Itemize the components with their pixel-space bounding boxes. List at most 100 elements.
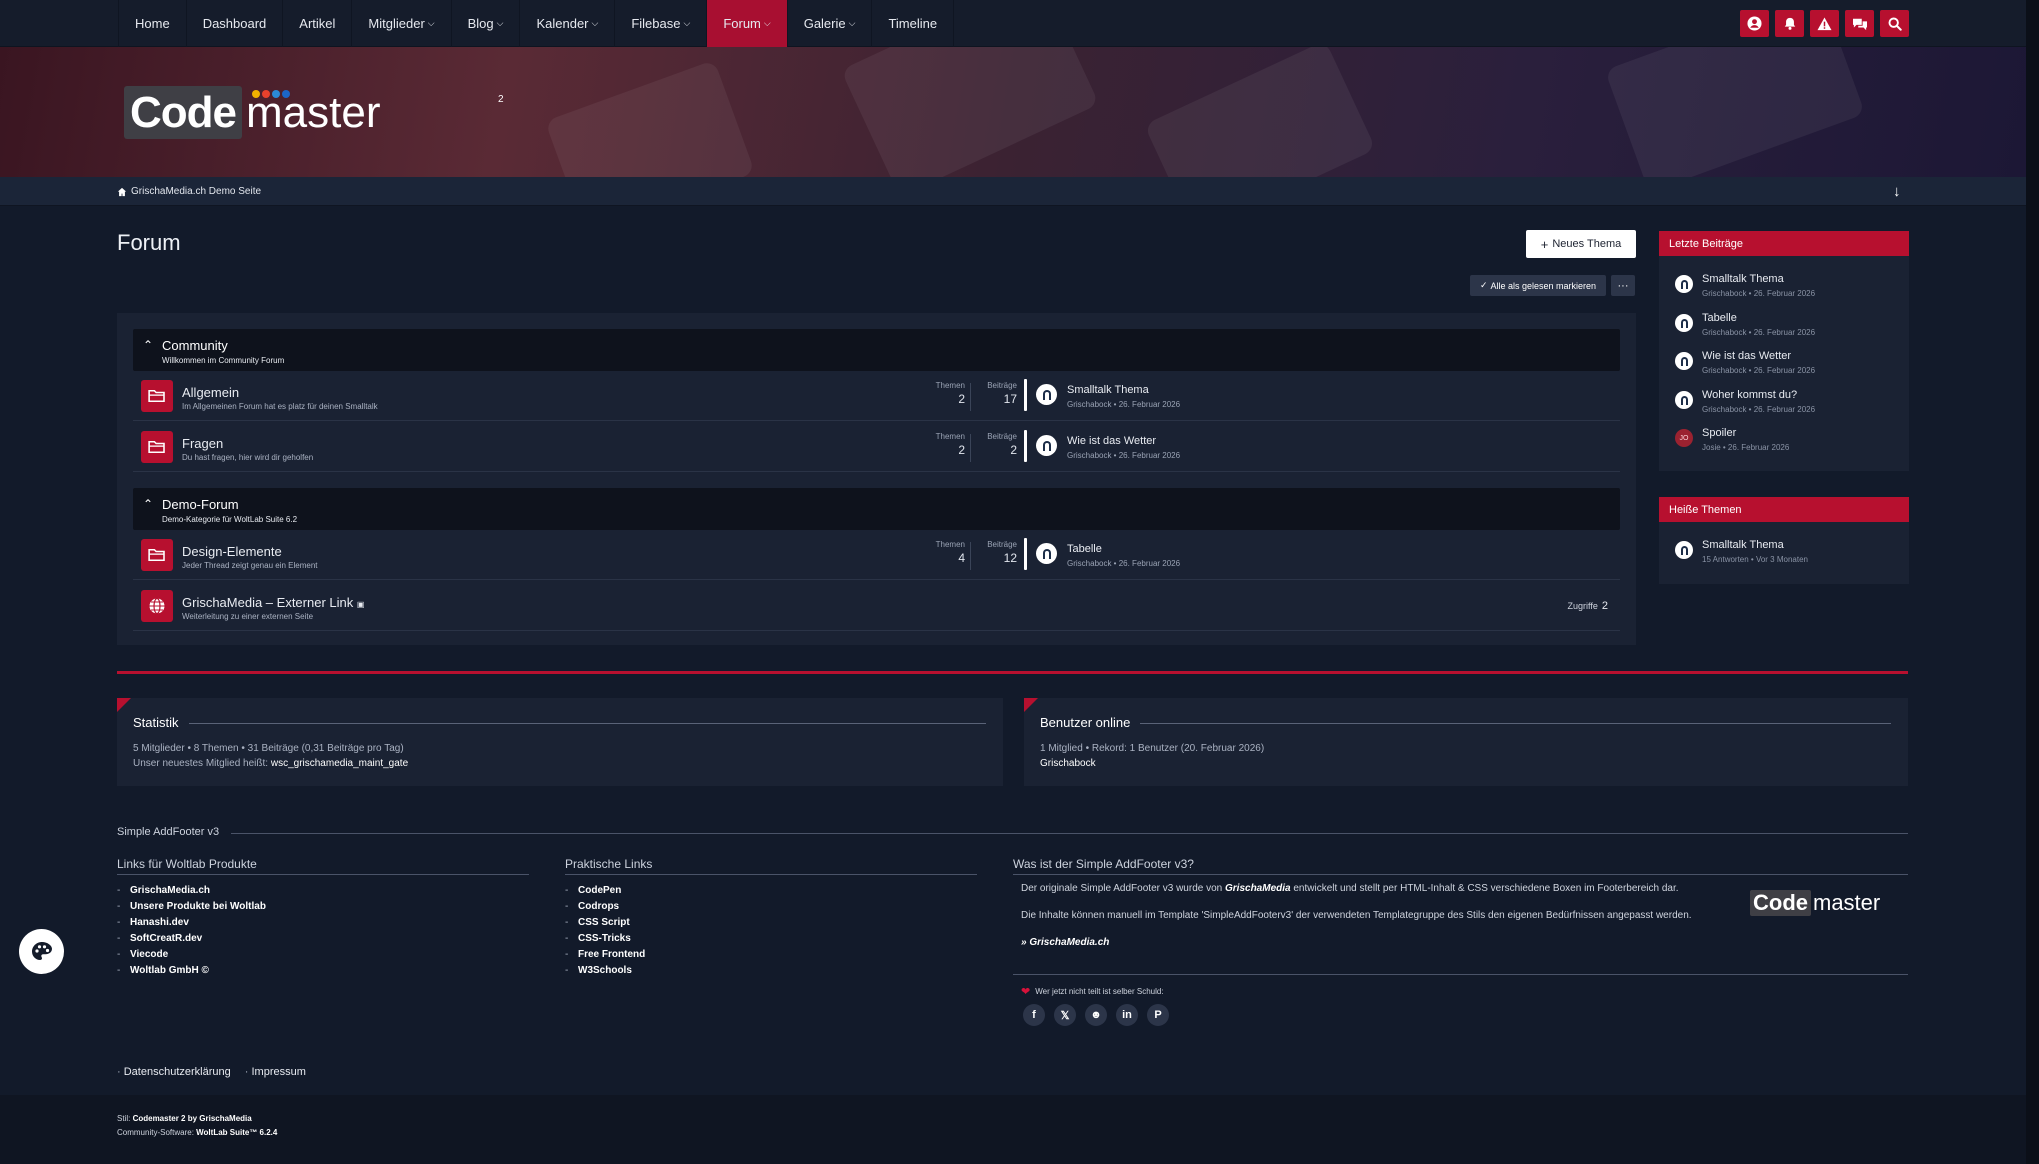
post-title[interactable]: Tabelle bbox=[1702, 312, 1737, 324]
linkedin-icon[interactable]: in bbox=[1116, 1004, 1138, 1026]
category-title[interactable]: Demo-Forum bbox=[162, 497, 239, 512]
footer-link-label: Unsere Produkte bei Woltlab bbox=[130, 901, 266, 912]
last-post-divider bbox=[1024, 379, 1027, 411]
logo-master: master bbox=[1813, 890, 1881, 915]
conversations-button[interactable] bbox=[1845, 10, 1874, 37]
topic-title[interactable]: Smalltalk Thema bbox=[1702, 539, 1784, 551]
nav-item-mitglieder[interactable]: Mitglieder ⌵ bbox=[352, 0, 452, 47]
software-name[interactable]: WoltLab Suite™ 6.2.4 bbox=[196, 1128, 277, 1137]
grischamedia-site-link[interactable]: » GrischaMedia.ch bbox=[1021, 937, 1109, 948]
nav-item-forum[interactable]: Forum ⌵ bbox=[707, 0, 788, 47]
footer-link[interactable]: CodePen bbox=[565, 885, 977, 901]
statistics-summary: 5 Mitglieder • 8 Themen • 31 Beiträge (0… bbox=[133, 743, 404, 754]
footer-link[interactable]: Hanashi.dev bbox=[117, 917, 529, 933]
pinterest-icon[interactable]: P bbox=[1147, 1004, 1169, 1026]
logo-dots bbox=[252, 90, 290, 98]
scrollbar-track[interactable] bbox=[2026, 0, 2039, 1164]
category-description: Demo-Kategorie für WoltLab Suite 6.2 bbox=[162, 515, 298, 524]
latest-posts-box: Letzte Beiträge Smalltalk Thema Grischab… bbox=[1659, 231, 1909, 471]
footer-link[interactable]: Codrops bbox=[565, 901, 977, 917]
site-logo[interactable]: Code master 2 bbox=[124, 86, 504, 139]
footer-link[interactable]: CSS-Tricks bbox=[565, 933, 977, 949]
nav-item-blog[interactable]: Blog ⌵ bbox=[452, 0, 521, 47]
stat-value: 2 bbox=[958, 443, 965, 457]
folder-icon bbox=[141, 431, 173, 463]
online-user-link[interactable]: Grischabock bbox=[1040, 758, 1096, 769]
category-title[interactable]: Community bbox=[162, 338, 228, 353]
chevron-down-icon: ⌵ bbox=[683, 18, 691, 28]
privacy-link[interactable]: Datenschutzerklärung bbox=[117, 1066, 231, 1078]
category-community: ⌃ Community Willkommen im Community Foru… bbox=[133, 329, 1620, 371]
nav-label: Forum bbox=[723, 16, 761, 31]
footer-link[interactable]: Free Frontend bbox=[565, 949, 977, 965]
collapse-chevron-icon[interactable]: ⌃ bbox=[143, 497, 153, 511]
footer-link[interactable]: SoftCreatR.dev bbox=[117, 933, 529, 949]
board-threads-stat: Themen 2 bbox=[936, 432, 965, 457]
nav-item-filebase[interactable]: Filebase ⌵ bbox=[615, 0, 708, 47]
collapse-chevron-icon[interactable]: ⌃ bbox=[143, 338, 153, 352]
logo-code: Code bbox=[124, 86, 242, 139]
post-title[interactable]: Spoiler bbox=[1702, 427, 1736, 439]
search-button[interactable] bbox=[1880, 10, 1909, 37]
facebook-icon[interactable]: f bbox=[1023, 1004, 1045, 1026]
board-title[interactable]: Design-Elemente bbox=[182, 544, 282, 559]
legal-links: Datenschutzerklärung Impressum bbox=[117, 1066, 306, 1078]
post-title[interactable]: Smalltalk Thema bbox=[1702, 273, 1784, 285]
nav-item-home[interactable]: Home bbox=[118, 0, 187, 47]
breadcrumb: GrischaMedia.ch Demo Seite ↓ bbox=[0, 177, 2026, 206]
scroll-down-arrow-icon[interactable]: ↓ bbox=[1893, 183, 1901, 200]
users-online-title: Benutzer online bbox=[1040, 715, 1131, 730]
notifications-button[interactable] bbox=[1775, 10, 1804, 37]
footer-link[interactable]: Viecode bbox=[117, 949, 529, 965]
stat-label: Themen bbox=[935, 540, 965, 549]
about-paragraph: Die Inhalte können manuell im Template '… bbox=[1021, 910, 1692, 921]
footer-link[interactable]: CSS Script bbox=[565, 917, 977, 933]
mark-all-read-button[interactable]: ✓ Alle als gelesen markieren bbox=[1470, 275, 1606, 296]
hits-label: Zugriffe bbox=[1567, 601, 1598, 611]
x-icon[interactable]: 𝕏 bbox=[1054, 1004, 1076, 1026]
corner-accent bbox=[117, 698, 131, 712]
post-title[interactable]: Wie ist das Wetter bbox=[1702, 350, 1791, 362]
breadcrumb-home[interactable]: GrischaMedia.ch Demo Seite bbox=[117, 186, 261, 197]
board-posts-stat: Beiträge 2 bbox=[987, 432, 1017, 457]
reddit-icon[interactable]: ☻ bbox=[1085, 1004, 1107, 1026]
post-title[interactable]: Woher kommst du? bbox=[1702, 389, 1797, 401]
nav-item-kalender[interactable]: Kalender ⌵ bbox=[520, 0, 616, 47]
style-changer-button[interactable] bbox=[19, 929, 64, 974]
footer-link[interactable]: Woltlab GmbH © bbox=[117, 965, 529, 981]
new-topic-label: Neues Thema bbox=[1552, 238, 1622, 250]
new-topic-button[interactable]: + Neues Thema bbox=[1526, 230, 1636, 258]
board-title[interactable]: Allgemein bbox=[182, 385, 239, 400]
avatar[interactable] bbox=[1036, 543, 1057, 564]
avatar[interactable] bbox=[1036, 435, 1057, 456]
moderation-button[interactable] bbox=[1810, 10, 1839, 37]
last-post-title[interactable]: Smalltalk Thema bbox=[1067, 384, 1149, 396]
footer-link[interactable]: GrischaMedia.ch bbox=[117, 885, 529, 901]
hot-topics-box: Heiße Themen Smalltalk Thema 15 Antworte… bbox=[1659, 497, 1909, 584]
newest-member-link[interactable]: wsc_grischamedia_maint_gate bbox=[271, 758, 408, 769]
nav-item-dashboard[interactable]: Dashboard bbox=[187, 0, 284, 47]
board-title[interactable]: Fragen bbox=[182, 436, 223, 451]
nav-item-artikel[interactable]: Artikel bbox=[283, 0, 353, 47]
last-post-title[interactable]: Wie ist das Wetter bbox=[1067, 435, 1156, 447]
last-post-title[interactable]: Tabelle bbox=[1067, 543, 1102, 555]
footer-link[interactable]: W3Schools bbox=[565, 965, 977, 981]
nav-label: Mitglieder bbox=[368, 16, 425, 31]
latest-posts-title: Letzte Beiträge bbox=[1659, 231, 1909, 256]
grischamedia-link[interactable]: GrischaMedia bbox=[1225, 883, 1291, 894]
nav-label: Artikel bbox=[299, 16, 336, 31]
imprint-link[interactable]: Impressum bbox=[245, 1066, 305, 1078]
palette-icon bbox=[31, 941, 52, 960]
software-label: Community-Software: bbox=[117, 1128, 197, 1137]
nav-item-timeline[interactable]: Timeline bbox=[872, 0, 955, 47]
user-tools bbox=[1740, 10, 1909, 37]
avatar[interactable] bbox=[1036, 384, 1057, 405]
user-menu-button[interactable] bbox=[1740, 10, 1769, 37]
style-name[interactable]: Codemaster 2 by GrischaMedia bbox=[133, 1114, 252, 1123]
nav-item-galerie[interactable]: Galerie ⌵ bbox=[788, 0, 873, 47]
footer-link[interactable]: Unsere Produkte bei Woltlab bbox=[117, 901, 529, 917]
more-options-button[interactable]: ··· bbox=[1611, 275, 1635, 296]
footer-link-list: CodePen Codrops CSS Script CSS-Tricks Fr… bbox=[565, 885, 977, 981]
board-title[interactable]: GrischaMedia – Externer Link ▣ bbox=[182, 595, 364, 610]
last-post-meta: Grischabock • 26. Februar 2026 bbox=[1067, 451, 1181, 460]
